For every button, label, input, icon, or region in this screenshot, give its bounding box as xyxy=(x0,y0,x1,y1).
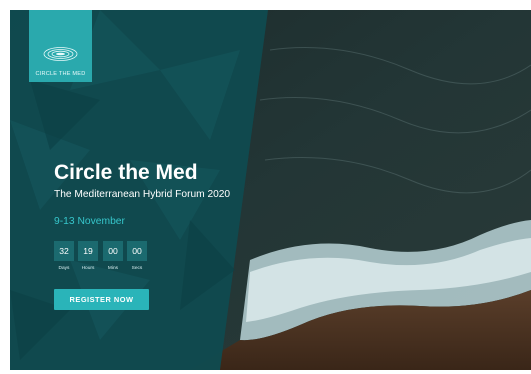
countdown-hours-label: Hours xyxy=(81,266,95,271)
countdown-mins-value: 00 xyxy=(103,241,123,261)
event-subtitle: The Mediterranean Hybrid Forum 2020 xyxy=(54,189,231,200)
register-now-button[interactable]: REGISTER NOW xyxy=(54,289,149,310)
countdown-hours-value: 19 xyxy=(78,241,98,261)
logo-text: CIRCLE THE MED xyxy=(35,71,86,77)
countdown-secs-label: Secs xyxy=(131,266,143,271)
event-dates: 9-13 November xyxy=(54,216,125,227)
countdown-days-label: Days xyxy=(58,266,70,271)
ellipse-logo-icon xyxy=(43,47,78,61)
hero-banner: CIRCLE THE MED Circle the Med The Medite… xyxy=(10,10,531,370)
brand-logo[interactable]: CIRCLE THE MED xyxy=(29,10,92,82)
event-title: Circle the Med xyxy=(54,161,198,184)
countdown-secs-value: 00 xyxy=(127,241,147,261)
countdown-days-value: 32 xyxy=(54,241,74,261)
countdown-mins-label: Mins xyxy=(107,266,119,271)
